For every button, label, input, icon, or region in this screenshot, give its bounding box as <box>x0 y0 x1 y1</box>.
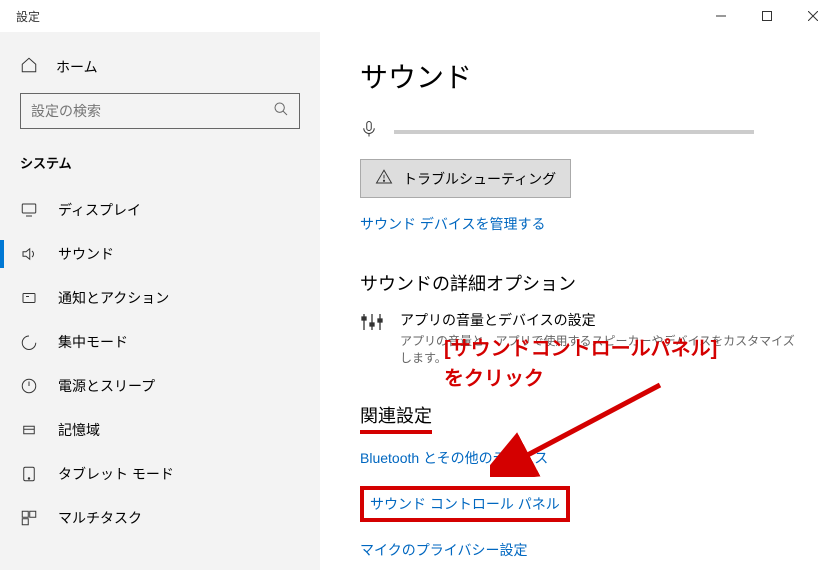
sidebar-item-notifications[interactable]: 通知とアクション <box>0 276 320 320</box>
close-button[interactable] <box>790 0 836 32</box>
mic-level-row <box>360 120 796 143</box>
search-input[interactable] <box>20 93 300 129</box>
tablet-icon <box>20 465 38 483</box>
sidebar-item-sound[interactable]: サウンド <box>0 232 320 276</box>
storage-icon <box>20 421 38 439</box>
troubleshoot-label: トラブルシューティング <box>403 169 556 189</box>
advanced-section-title: サウンドの詳細オプション <box>360 270 796 296</box>
highlight-sound-control-panel: サウンド コントロール パネル <box>360 486 570 522</box>
link-mic-privacy[interactable]: マイクのプライバシー設定 <box>360 540 796 560</box>
speaker-icon <box>20 245 38 263</box>
sidebar-item-label: 記憶域 <box>58 420 100 440</box>
mic-level-meter <box>394 130 754 134</box>
warning-icon <box>375 168 393 189</box>
home-label: ホーム <box>56 57 98 77</box>
sidebar-item-label: タブレット モード <box>58 464 174 484</box>
app-volume-row[interactable]: アプリの音量とデバイスの設定 アプリの音量と、アプリで使用するスピーカーやデバイ… <box>360 310 796 366</box>
section-label: システム <box>0 153 320 188</box>
sidebar-item-power[interactable]: 電源とスリープ <box>0 364 320 408</box>
sidebar-item-focus[interactable]: 集中モード <box>0 320 320 364</box>
notification-icon <box>20 289 38 307</box>
window-title: 設定 <box>8 8 40 25</box>
titlebar: 設定 <box>0 0 836 32</box>
minimize-button[interactable] <box>698 0 744 32</box>
nav-list: ディスプレイサウンド通知とアクション集中モード電源とスリープ記憶域タブレット モ… <box>0 188 320 540</box>
sidebar-item-label: 電源とスリープ <box>58 376 155 396</box>
sidebar-item-display[interactable]: ディスプレイ <box>0 188 320 232</box>
link-sound-control-panel[interactable]: サウンド コントロール パネル <box>370 494 560 514</box>
manage-sound-devices-link[interactable]: サウンド デバイスを管理する <box>360 214 796 234</box>
app-volume-desc: アプリの音量と、アプリで使用するスピーカーやデバイスをカスタマイズします。 <box>400 332 796 366</box>
window-controls <box>698 0 836 32</box>
sidebar-item-label: マルチタスク <box>58 508 142 528</box>
sidebar-item-label: ディスプレイ <box>58 200 141 220</box>
sidebar-item-multitask[interactable]: マルチタスク <box>0 496 320 540</box>
search-icon <box>273 101 289 122</box>
sidebar-item-storage[interactable]: 記憶域 <box>0 408 320 452</box>
sliders-icon <box>360 310 384 339</box>
power-icon <box>20 377 38 395</box>
moon-icon <box>20 333 38 351</box>
maximize-button[interactable] <box>744 0 790 32</box>
sidebar-item-label: 通知とアクション <box>58 288 169 308</box>
search-field[interactable] <box>31 103 273 119</box>
display-icon <box>20 201 38 219</box>
sidebar-item-label: 集中モード <box>58 332 128 352</box>
microphone-icon <box>360 120 378 143</box>
troubleshoot-button[interactable]: トラブルシューティング <box>360 159 571 198</box>
sidebar-item-tablet[interactable]: タブレット モード <box>0 452 320 496</box>
sidebar: ホーム システム ディスプレイサウンド通知とアクション集中モード電源とスリープ記… <box>0 32 320 570</box>
page-title: サウンド <box>360 56 796 96</box>
multitask-icon <box>20 509 38 527</box>
link-bluetooth-devices[interactable]: Bluetooth とその他のデバイス <box>360 448 796 468</box>
related-section-title: 関連設定 <box>360 402 796 434</box>
home-link[interactable]: ホーム <box>0 48 320 93</box>
main-panel: サウンド トラブルシューティング サウンド デバイスを管理する サウンドの詳細オ… <box>320 32 836 570</box>
home-icon <box>20 56 38 77</box>
sidebar-item-label: サウンド <box>58 244 114 264</box>
app-volume-heading: アプリの音量とデバイスの設定 <box>400 310 796 330</box>
